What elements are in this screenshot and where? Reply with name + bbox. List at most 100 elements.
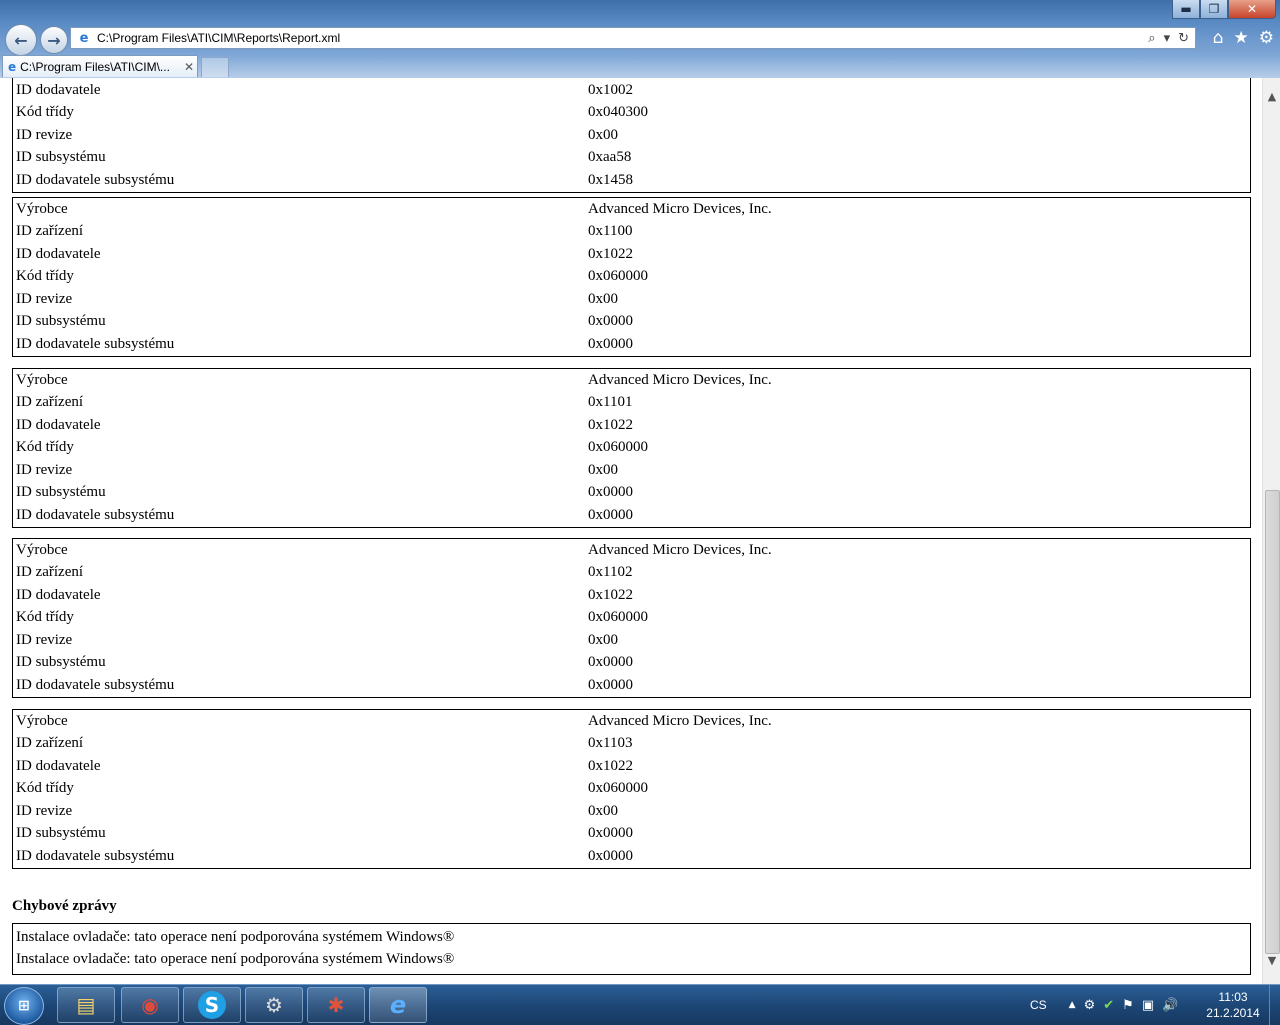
row-value: Advanced Micro Devices, Inc. (588, 712, 772, 729)
row-value: 0x1103 (588, 735, 633, 752)
ie-tab-icon: e (8, 59, 17, 74)
row-value: 0x00 (588, 631, 618, 648)
language-indicator[interactable]: CS (1030, 998, 1047, 1012)
report-content: ID dodavatele 0x1002 Kód třídy 0x040300 ID… (0, 78, 1262, 984)
vertical-scrollbar[interactable]: ▲ ▼ (1262, 78, 1280, 984)
forward-arrow-icon: → (47, 30, 61, 50)
table-row: ID revize 0x00 (13, 459, 1250, 482)
row-label: ID subsystému (16, 825, 106, 842)
home-icon[interactable]: ⌂ (1213, 28, 1224, 48)
row-label: ID dodavatele (16, 416, 101, 433)
table-row: ID dodavatele subsystému 0x0000 (13, 333, 1250, 356)
close-window-button[interactable]: ✕ (1228, 0, 1276, 19)
address-tools: ⌕ ▾ ↻ (1148, 31, 1195, 46)
row-label: Kód třídy (16, 268, 74, 285)
show-hidden-icons-icon[interactable]: ▲ (1069, 1000, 1076, 1010)
table-row: Výrobce Advanced Micro Devices, Inc. (13, 198, 1250, 221)
clock-time: 11:03 (1218, 990, 1248, 1004)
molecule-icon: ✱ (327, 993, 345, 1017)
error-message: Instalace ovladače: tato operace není po… (16, 928, 455, 945)
device-block-partial: ID dodavatele 0x1002 Kód třídy 0x040300 ID… (12, 78, 1251, 193)
error-message: Instalace ovladače: tato operace není po… (16, 951, 455, 968)
scroll-up-icon[interactable]: ▲ (1263, 88, 1280, 106)
row-label: Výrobce (16, 541, 68, 558)
row-value: 0x1002 (588, 81, 633, 98)
row-value: 0x1022 (588, 416, 633, 433)
action-center-flag-icon[interactable]: ⚑ (1122, 998, 1134, 1013)
row-value: 0x1101 (588, 394, 633, 411)
row-value: 0x00 (588, 290, 618, 307)
row-label: ID zařízení (16, 223, 84, 240)
row-label: ID zařízení (16, 394, 84, 411)
row-label: ID dodavatele (16, 586, 101, 603)
row-label: ID dodavatele subsystému (16, 506, 175, 523)
maximize-button[interactable]: ❐ (1200, 0, 1228, 19)
search-icon[interactable]: ⌕ (1148, 31, 1155, 46)
tab-report[interactable]: e C:\Program Files\ATI\CIM\... ✕ (2, 55, 198, 77)
table-row: ID dodavatele 0x1022 (13, 755, 1250, 778)
row-value: 0x0000 (588, 335, 633, 352)
volume-icon[interactable]: 🔊 (1162, 998, 1178, 1013)
forward-button[interactable]: → (40, 26, 68, 54)
taskbar-explorer-button[interactable]: ▤ (57, 987, 115, 1023)
chevron-down-icon[interactable]: ▾ (1164, 31, 1171, 46)
table-row: ID zařízení 0x1103 (13, 733, 1250, 756)
row-label: ID dodavatele subsystému (16, 171, 175, 188)
start-button[interactable]: ⊞ (4, 987, 44, 1025)
taskbar: ⊞ ▤ ◉ S ⚙ ✱ e CS ▲ ⚙ ✔ ⚑ ▣ 🔊 11:03 21.2.… (0, 984, 1280, 1025)
errors-list: Instalace ovladače: tato operace není po… (12, 923, 1251, 975)
network-icon[interactable]: ▣ (1142, 998, 1154, 1013)
row-value: 0x0000 (588, 506, 633, 523)
scroll-down-icon[interactable]: ▼ (1263, 952, 1280, 970)
row-value: 0x0000 (588, 825, 633, 842)
new-tab-button[interactable] (201, 57, 229, 77)
back-button[interactable]: ← (5, 24, 37, 56)
address-bar[interactable]: e C:\Program Files\ATI\CIM\Reports\Repor… (70, 27, 1196, 49)
gear-icon[interactable]: ⚙ (1259, 28, 1274, 48)
tab-title: C:\Program Files\ATI\CIM\... (20, 59, 170, 74)
row-value: 0x060000 (588, 268, 648, 285)
row-label: Kód třídy (16, 609, 74, 626)
row-label: ID subsystému (16, 654, 106, 671)
row-label: ID revize (16, 631, 73, 648)
taskbar-ie-button[interactable]: e (369, 987, 427, 1023)
page-icon: e (79, 30, 89, 46)
back-arrow-icon: ← (14, 30, 28, 50)
table-row: ID dodavatele subsystému 0x0000 (13, 504, 1250, 527)
table-row: ID revize 0x00 (13, 124, 1250, 147)
row-value: 0xaa58 (588, 149, 632, 166)
taskbar-app-button[interactable]: ✱ (307, 987, 365, 1023)
row-label: ID zařízení (16, 564, 84, 581)
minimize-button[interactable]: ▬ (1172, 0, 1200, 19)
clock[interactable]: 11:03 21.2.2014 (1200, 989, 1266, 1021)
close-icon[interactable]: ✕ (181, 60, 197, 74)
chrome-icon: ◉ (141, 993, 159, 1017)
favorites-star-icon[interactable]: ★ (1234, 28, 1249, 48)
table-row: ID dodavatele 0x1022 (13, 414, 1250, 437)
table-row: Kód třídy 0x060000 (13, 607, 1250, 630)
row-value: 0x1458 (588, 171, 633, 188)
table-row: ID subsystému 0x0000 (13, 482, 1250, 505)
scrollbar-thumb[interactable] (1265, 490, 1280, 954)
list-item: Instalace ovladače: tato operace není po… (13, 949, 1250, 972)
table-row: Kód třídy 0x040300 (13, 102, 1250, 125)
row-value: 0x00 (588, 461, 618, 478)
errors-heading: Chybové zprávy (12, 898, 117, 914)
taskbar-chrome-button[interactable]: ◉ (121, 987, 179, 1023)
row-label: Kód třídy (16, 780, 74, 797)
show-desktop-button[interactable] (1269, 985, 1280, 1025)
steam-tray-icon[interactable]: ⚙ (1084, 998, 1096, 1013)
row-label: Výrobce (16, 371, 68, 388)
refresh-icon[interactable]: ↻ (1178, 31, 1189, 46)
taskbar-steam-button[interactable]: ⚙ (245, 987, 303, 1023)
row-label: ID dodavatele (16, 757, 101, 774)
row-value: 0x0000 (588, 676, 633, 693)
list-item: Instalace ovladače: tato operace není po… (13, 926, 1250, 949)
device-block: Výrobce Advanced Micro Devices, Inc. ID z… (12, 538, 1251, 698)
address-text[interactable]: C:\Program Files\ATI\CIM\Reports\Report.… (93, 31, 1148, 45)
table-row: ID revize 0x00 (13, 629, 1250, 652)
security-shield-icon[interactable]: ✔ (1103, 998, 1114, 1013)
row-label: ID subsystému (16, 484, 106, 501)
table-row: ID revize 0x00 (13, 288, 1250, 311)
taskbar-skype-button[interactable]: S (183, 987, 241, 1023)
